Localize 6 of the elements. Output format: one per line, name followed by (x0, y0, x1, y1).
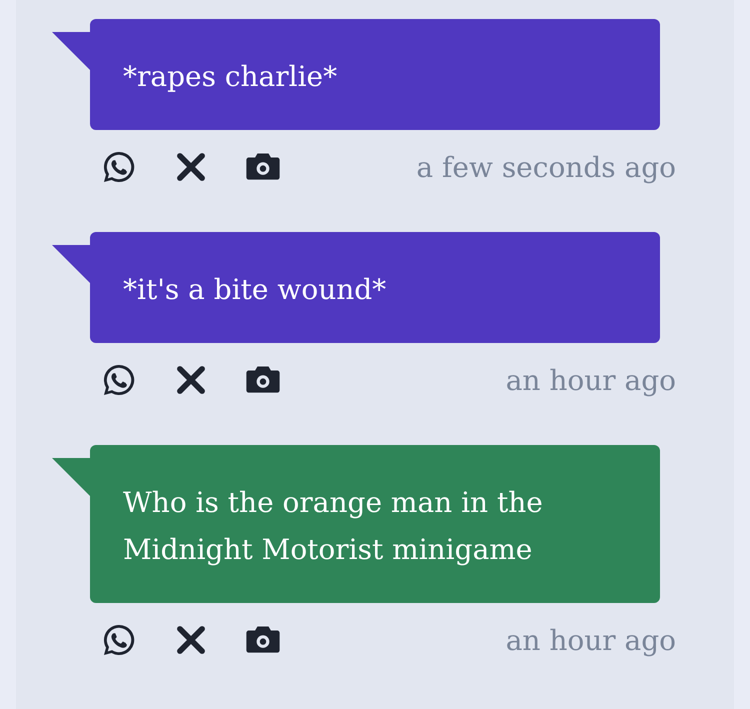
timestamp: a few seconds ago (416, 150, 676, 184)
message-bubble: Who is the orange man in the Midnight Motorist minigame (90, 445, 660, 603)
message-bubble: *it's a bite wound* (90, 232, 660, 343)
timestamp: an hour ago (506, 364, 676, 396)
timestamp: an hour ago (506, 624, 676, 656)
message-bubble: *rapes charlie* (90, 19, 660, 130)
